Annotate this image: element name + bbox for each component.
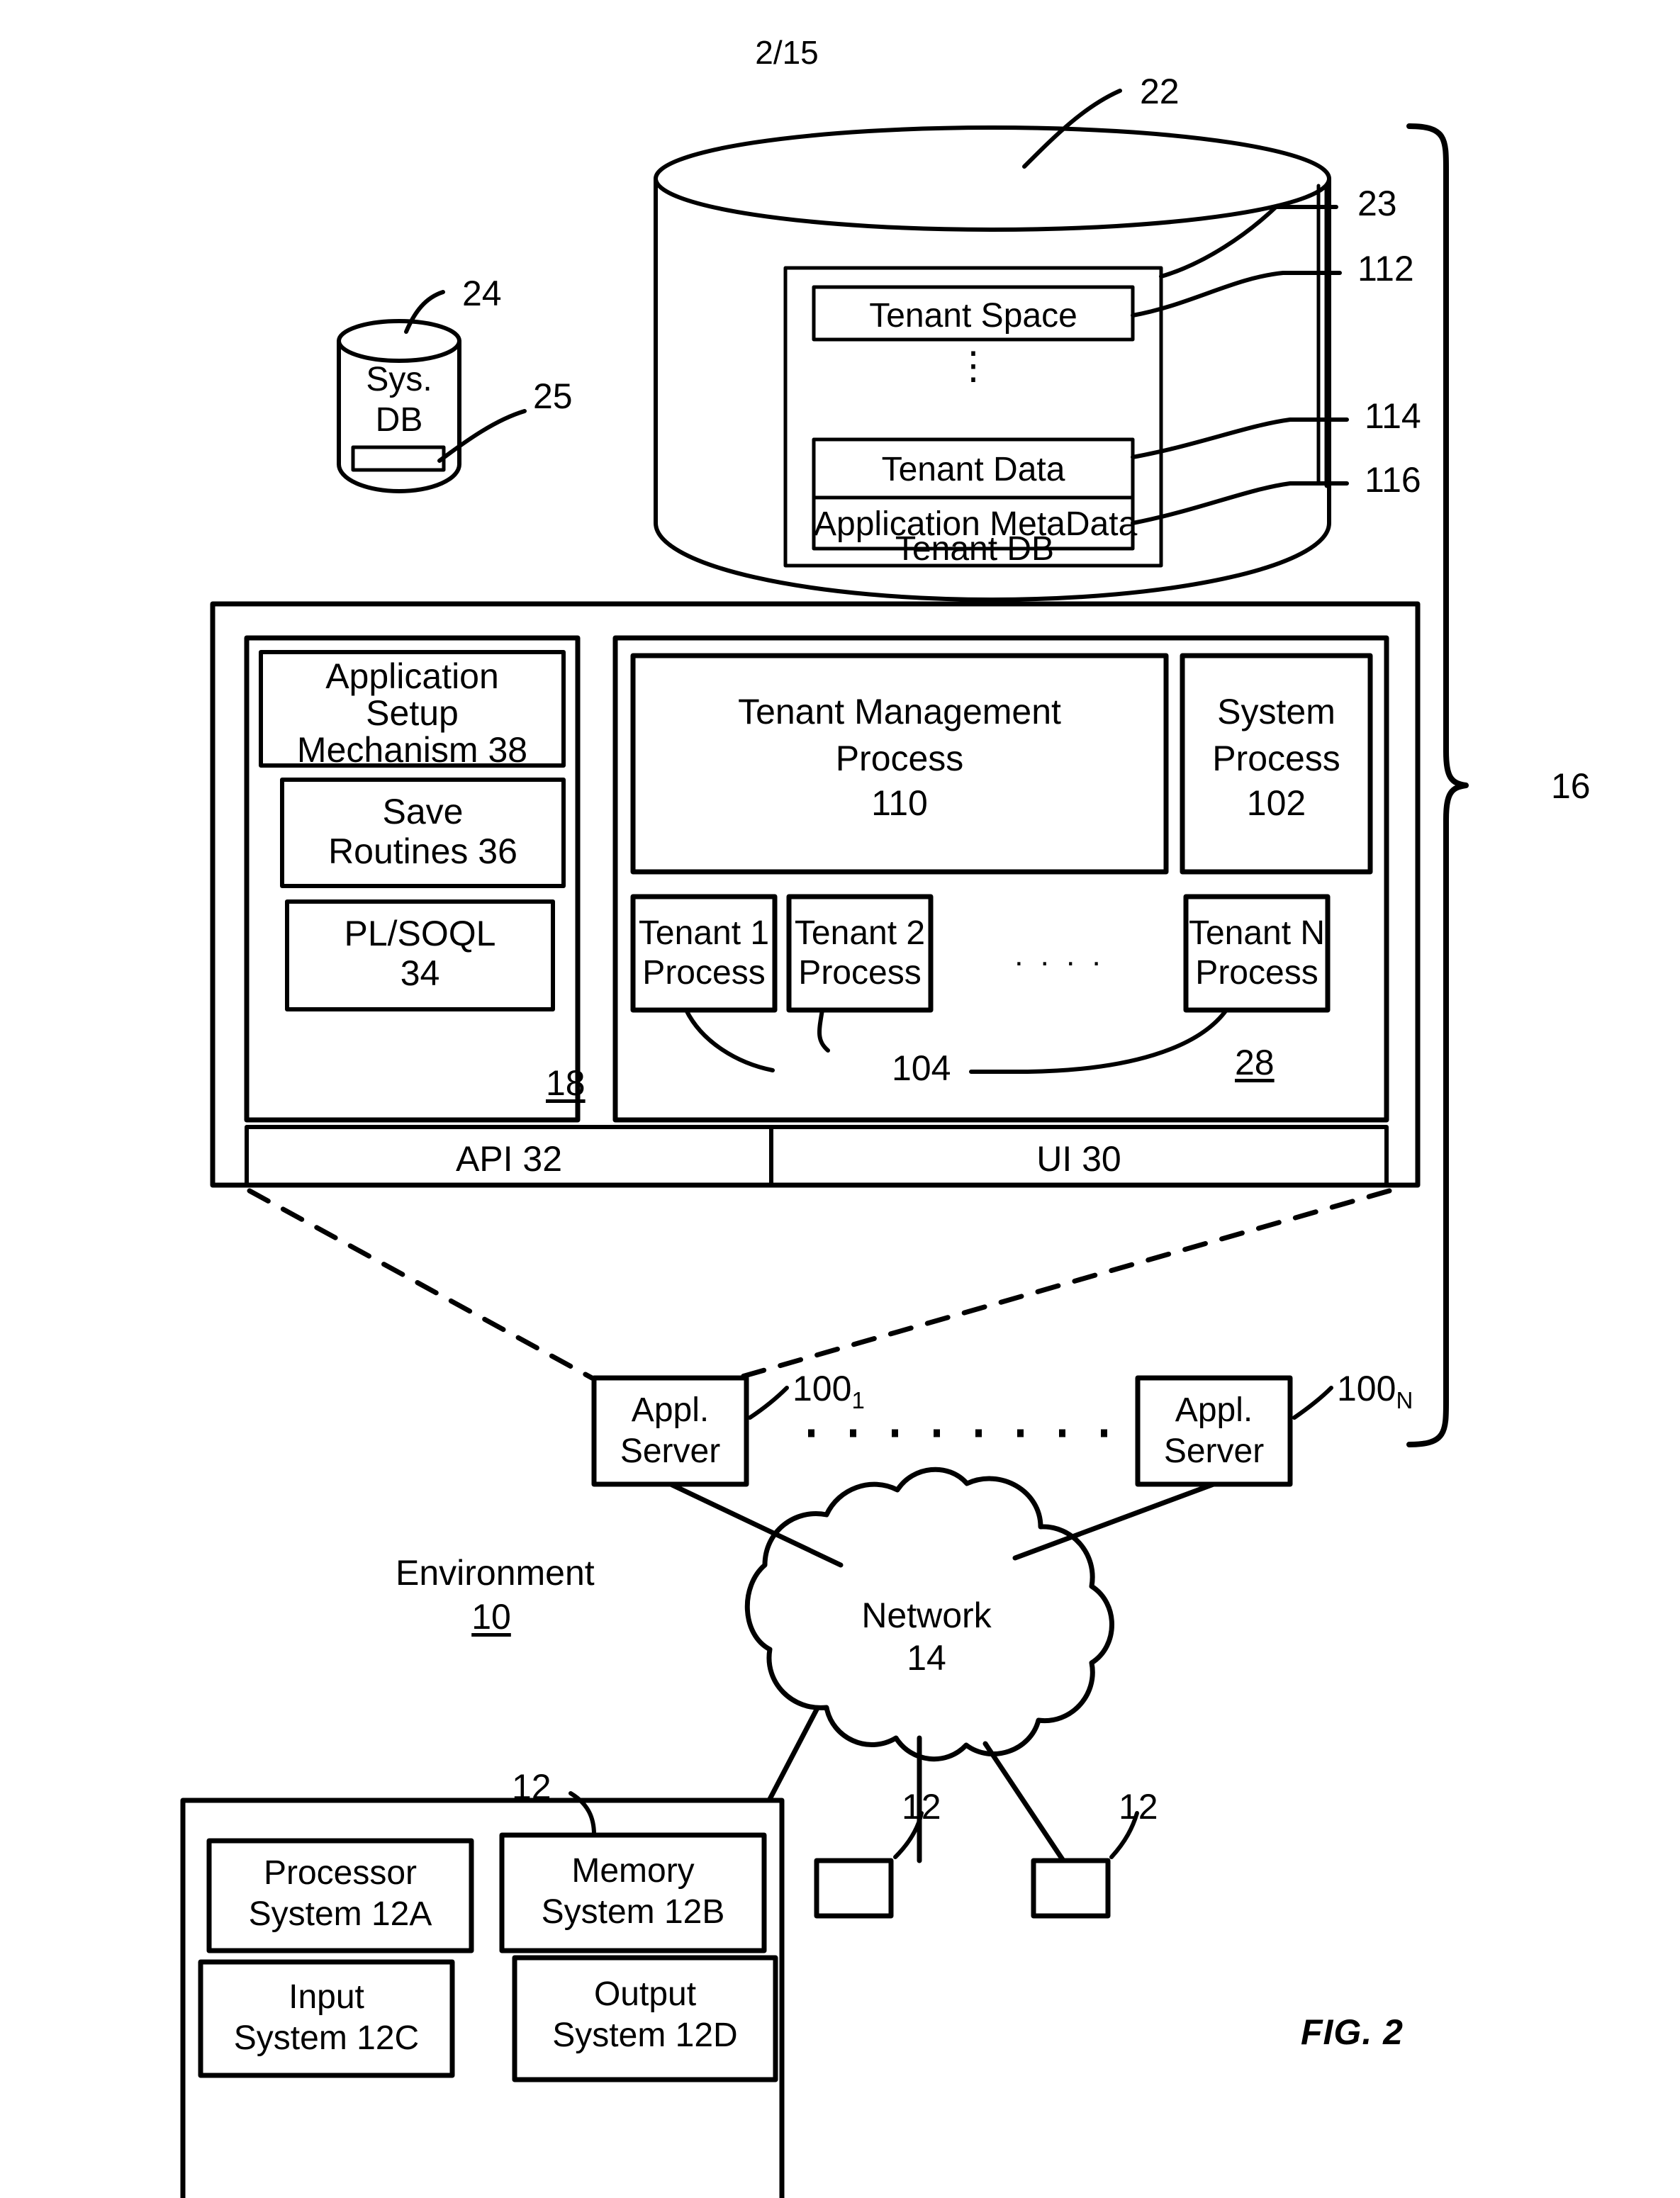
user-terminal-1-box (814, 1858, 894, 1919)
tenant-n-process-line-2: Process (1195, 954, 1318, 992)
save-routines-line-1: Save (382, 792, 464, 831)
sys-db-line-1: Sys. (366, 361, 432, 398)
ref-25: 25 (533, 376, 573, 416)
api-label: API 32 (455, 1139, 563, 1179)
output-system-line-2: System 12D (552, 2017, 738, 2054)
user-terminal-2-box (1031, 1858, 1111, 1919)
leader-104-a (684, 1008, 775, 1072)
leader-23 (1159, 205, 1338, 279)
tenant-management-process-line-3: 110 (871, 783, 928, 823)
system-process-line-1: System (1217, 692, 1335, 731)
ref-28: 28 (1235, 1043, 1275, 1082)
expansion-line-right (734, 1188, 1392, 1381)
input-system-line-1: Input (289, 1978, 364, 2016)
appl-server-n-line-2: Server (1163, 1432, 1265, 1470)
ui-label: UI 30 (1036, 1139, 1121, 1179)
ref-10: 10 (471, 1597, 511, 1637)
tenant-db-caption: Tenant DB (895, 530, 1055, 568)
save-routines-line-2: Routines 36 (328, 831, 517, 871)
network-line-1: Network (861, 1596, 992, 1635)
appl-server-1-line-1: Appl. (631, 1391, 710, 1429)
ref-112: 112 (1357, 249, 1414, 288)
patent-figure-2: 2/15 22 Tenant Space ⋮ Tenant Data Appli… (0, 0, 1680, 2198)
leader-100-n (1292, 1386, 1333, 1420)
tenant-2-process-line-1: Tenant 2 (794, 914, 926, 952)
expansion-line-left (247, 1188, 595, 1381)
processor-system-line-1: Processor (263, 1854, 418, 1892)
link-network-terminal2 (982, 1741, 1066, 1863)
input-system-line-2: System 12C (233, 2019, 420, 2057)
leader-116 (1131, 481, 1349, 525)
tenant-db-ellipsis: ⋮ (954, 344, 992, 387)
tenant-management-process-line-2: Process (835, 739, 964, 778)
ref-104: 104 (892, 1048, 951, 1088)
application-setup-mechanism-line-3: Mechanism 38 (296, 730, 528, 770)
network-line-2: 14 (907, 1638, 946, 1678)
ref-24: 24 (462, 274, 502, 313)
tenant-process-ellipsis: . . . . (1014, 938, 1105, 972)
ref-23: 23 (1357, 184, 1397, 223)
ref-100-n: 100N (1337, 1368, 1413, 1415)
application-setup-mechanism-line-2: Setup (366, 693, 459, 733)
sheet-number: 2/15 (755, 34, 819, 71)
ref-100-n-base: 100 (1337, 1369, 1396, 1408)
tenant-1-process-line-1: Tenant 1 (638, 914, 770, 952)
tenant-n-process-line-1: Tenant N (1188, 914, 1326, 952)
ref-22: 22 (1140, 72, 1180, 111)
memory-system-line-2: System 12B (541, 1893, 725, 1931)
ref-100-1-subscript: 1 (851, 1387, 865, 1413)
leader-114 (1131, 417, 1349, 459)
processor-system-line-2: System 12A (248, 1895, 432, 1933)
tenant-1-process-line-2: Process (642, 954, 766, 992)
leader-112 (1131, 271, 1342, 318)
pl-soql-line-1: PL/SOQL (344, 914, 496, 953)
tenant-2-process-line-2: Process (798, 954, 922, 992)
ref-16: 16 (1551, 766, 1591, 806)
tenant-space-label: Tenant Space (869, 297, 1077, 335)
ref-100-1: 1001 (793, 1368, 865, 1415)
memory-system-line-1: Memory (571, 1852, 695, 1890)
ref-114: 114 (1365, 396, 1421, 436)
tenant-management-process-line-1: Tenant Management (738, 692, 1061, 731)
environment-label: Environment (396, 1553, 595, 1593)
appl-server-n-line-1: Appl. (1175, 1391, 1253, 1429)
leader-100-1 (748, 1386, 789, 1420)
system-process-line-3: 102 (1246, 783, 1306, 823)
ref-12-terminal-1: 12 (902, 1787, 941, 1827)
ref-100-n-subscript: N (1396, 1387, 1413, 1413)
ref-116: 116 (1365, 460, 1421, 500)
tenant-data-label: Tenant Data (881, 451, 1065, 488)
link-network-usersystem (766, 1705, 820, 1803)
system-process-line-2: Process (1212, 739, 1340, 778)
figure-label: FIG. 2 (1301, 2012, 1404, 2052)
link-applN-network (1012, 1481, 1216, 1561)
ref-12-user-system: 12 (512, 1767, 551, 1807)
pl-soql-line-2: 34 (400, 953, 440, 993)
ref-18: 18 (546, 1063, 586, 1103)
output-system-line-1: Output (593, 1975, 697, 2013)
appl-server-1-line-2: Server (620, 1432, 721, 1470)
leader-104-c (969, 1008, 1228, 1074)
ref-12-terminal-2: 12 (1119, 1787, 1158, 1827)
application-setup-mechanism-line-1: Application (325, 656, 499, 696)
sys-db-table-box (351, 445, 446, 472)
leader-104-b (817, 1008, 830, 1053)
link-appl1-network (668, 1481, 844, 1568)
sys-db-line-2: DB (375, 401, 423, 439)
ref-100-1-base: 100 (793, 1369, 852, 1408)
